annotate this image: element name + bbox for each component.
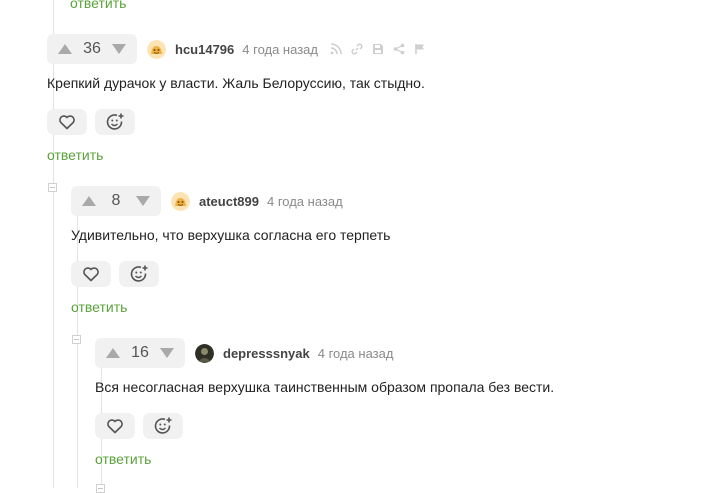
collapse-thread-toggle[interactable] — [48, 183, 57, 192]
heart-icon — [107, 419, 123, 434]
save-icon[interactable] — [372, 43, 384, 55]
reply-link[interactable]: ответить — [71, 299, 127, 315]
comment-time[interactable]: 4 года назад — [242, 42, 318, 57]
rating-box: 36 — [47, 34, 137, 64]
emoji-reaction-button[interactable] — [119, 261, 159, 287]
thread-line — [53, 0, 54, 12]
upvote-icon[interactable] — [105, 347, 121, 359]
flag-icon[interactable] — [414, 43, 426, 55]
golden-face-avatar-icon — [171, 191, 190, 211]
comment-time[interactable]: 4 года назад — [318, 346, 394, 361]
thread-line — [53, 0, 54, 488]
reply-link[interactable]: ответить — [47, 147, 103, 163]
comment-text: Удивительно, что верхушка согласна его т… — [71, 227, 391, 243]
collapse-thread-toggle[interactable] — [96, 484, 105, 493]
like-button[interactable] — [47, 109, 87, 135]
author-name[interactable]: depresssnyak — [223, 346, 310, 361]
smiley-plus-icon — [154, 417, 172, 434]
comment-text: Вся несогласная верхушка таинственным об… — [95, 379, 555, 395]
avatar[interactable] — [147, 39, 166, 59]
heart-icon — [59, 115, 75, 130]
upvote-icon[interactable] — [57, 43, 73, 55]
photo-avatar-icon — [195, 343, 214, 363]
comment-header: 8 ateuct899 4 года назад — [71, 186, 343, 216]
reply-link[interactable]: ответить — [70, 0, 126, 11]
rating-box: 8 — [71, 186, 161, 216]
downvote-icon[interactable] — [135, 195, 151, 207]
rating-box: 16 — [95, 338, 185, 368]
downvote-icon[interactable] — [159, 347, 175, 359]
emoji-reaction-button[interactable] — [143, 413, 183, 439]
rating-count: 16 — [131, 344, 149, 361]
reply-link[interactable]: ответить — [95, 451, 151, 467]
avatar[interactable] — [195, 343, 214, 363]
rating-count: 36 — [83, 40, 101, 57]
rss-icon[interactable] — [330, 43, 342, 55]
share-icon[interactable] — [393, 43, 405, 55]
comment-text: Крепкий дурачок у власти. Жаль Белорусси… — [47, 75, 425, 91]
golden-face-avatar-icon — [147, 39, 166, 59]
like-button[interactable] — [95, 413, 135, 439]
heart-icon — [83, 267, 99, 282]
smiley-plus-icon — [106, 113, 124, 130]
like-button[interactable] — [71, 261, 111, 287]
emoji-reaction-button[interactable] — [95, 109, 135, 135]
author-name[interactable]: ateuct899 — [199, 194, 259, 209]
avatar[interactable] — [171, 191, 190, 211]
comment-header: 16 depresssnyak 4 года назад — [95, 338, 393, 368]
upvote-icon[interactable] — [81, 195, 97, 207]
comment-time[interactable]: 4 года назад — [267, 194, 343, 209]
smiley-plus-icon — [130, 265, 148, 282]
rating-count: 8 — [111, 192, 121, 209]
comment-tools — [330, 43, 426, 55]
collapse-thread-toggle[interactable] — [72, 335, 81, 344]
link-icon[interactable] — [351, 43, 363, 55]
comment-header: 36 hcu14796 4 года назад — [47, 34, 426, 64]
author-name[interactable]: hcu14796 — [175, 42, 234, 57]
downvote-icon[interactable] — [111, 43, 127, 55]
